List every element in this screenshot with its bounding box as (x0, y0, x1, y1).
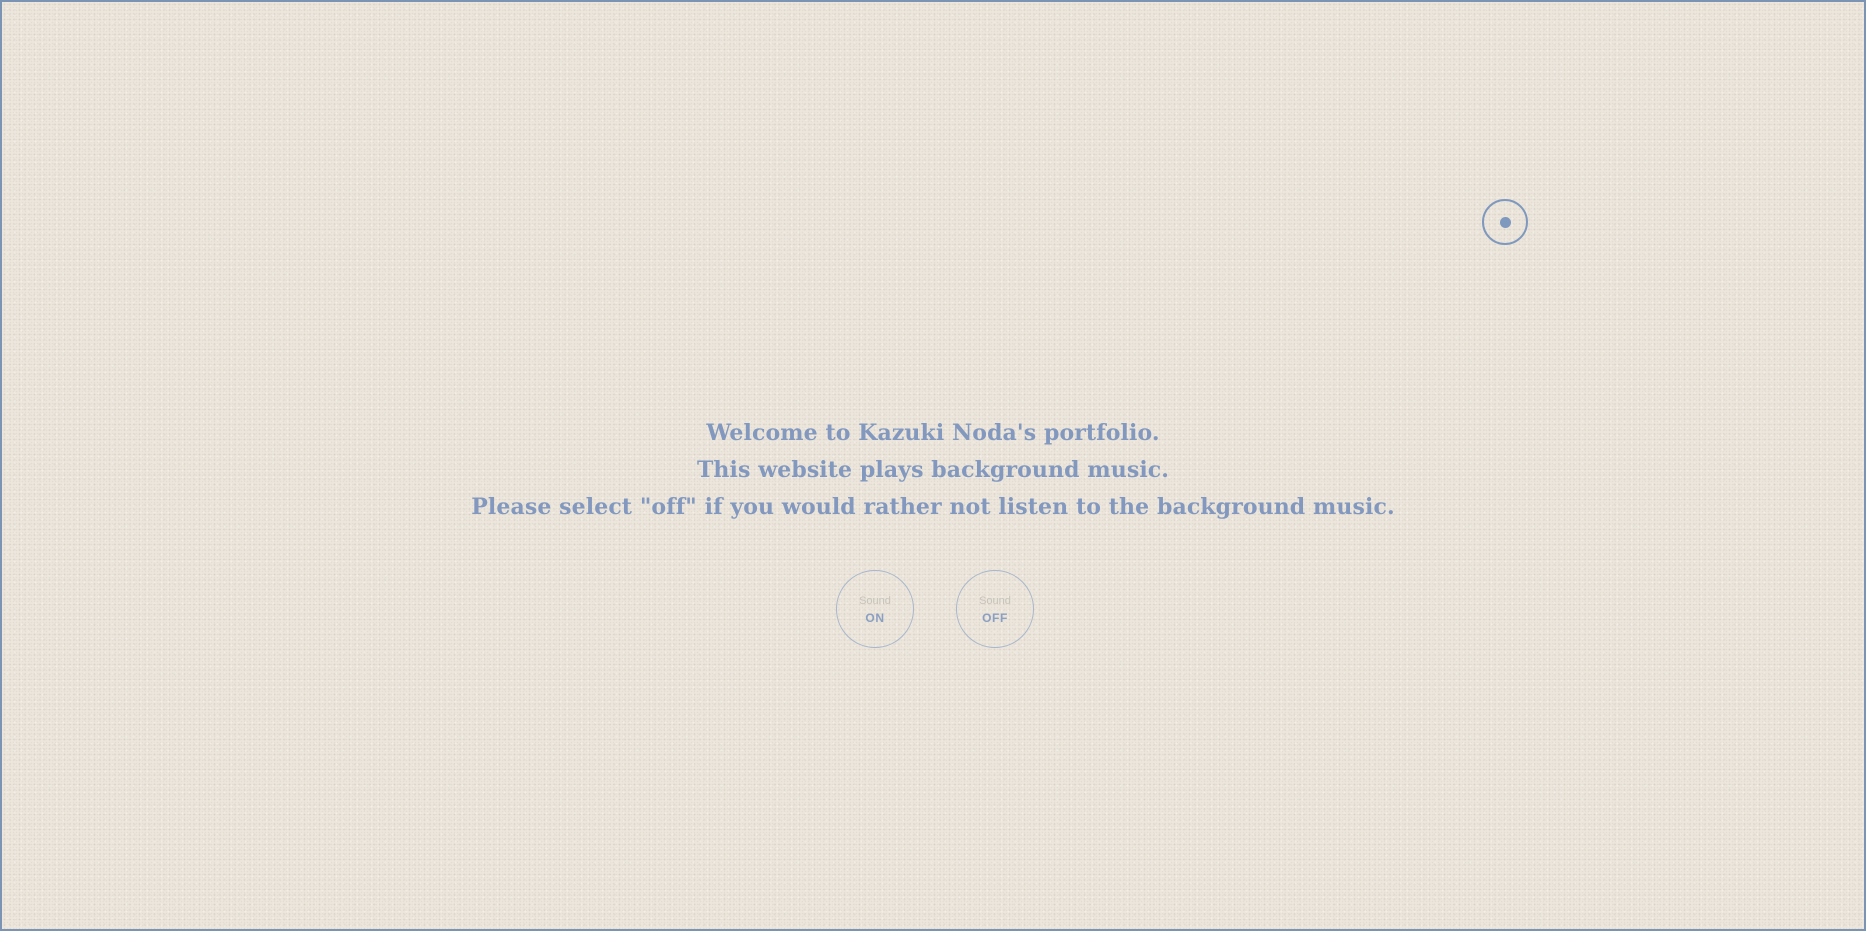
music-instruction-line: Please select "off" if you would rather … (471, 494, 1395, 520)
sound-on-button[interactable]: Sound ON (836, 570, 914, 648)
sound-off-label: Sound (979, 595, 1011, 607)
custom-cursor-icon (1482, 199, 1528, 245)
welcome-line: Welcome to Kazuki Noda's portfolio. (706, 420, 1160, 446)
sound-on-label: Sound (859, 595, 891, 607)
sound-selection-page: Welcome to Kazuki Noda's portfolio. This… (0, 0, 1866, 931)
music-notice-line: This website plays background music. (696, 457, 1170, 483)
sound-on-state: ON (865, 611, 885, 625)
sound-off-button[interactable]: Sound OFF (956, 570, 1034, 648)
sound-off-state: OFF (982, 611, 1008, 625)
welcome-message: Welcome to Kazuki Noda's portfolio. This… (2, 415, 1864, 526)
cursor-dot (1499, 216, 1511, 228)
